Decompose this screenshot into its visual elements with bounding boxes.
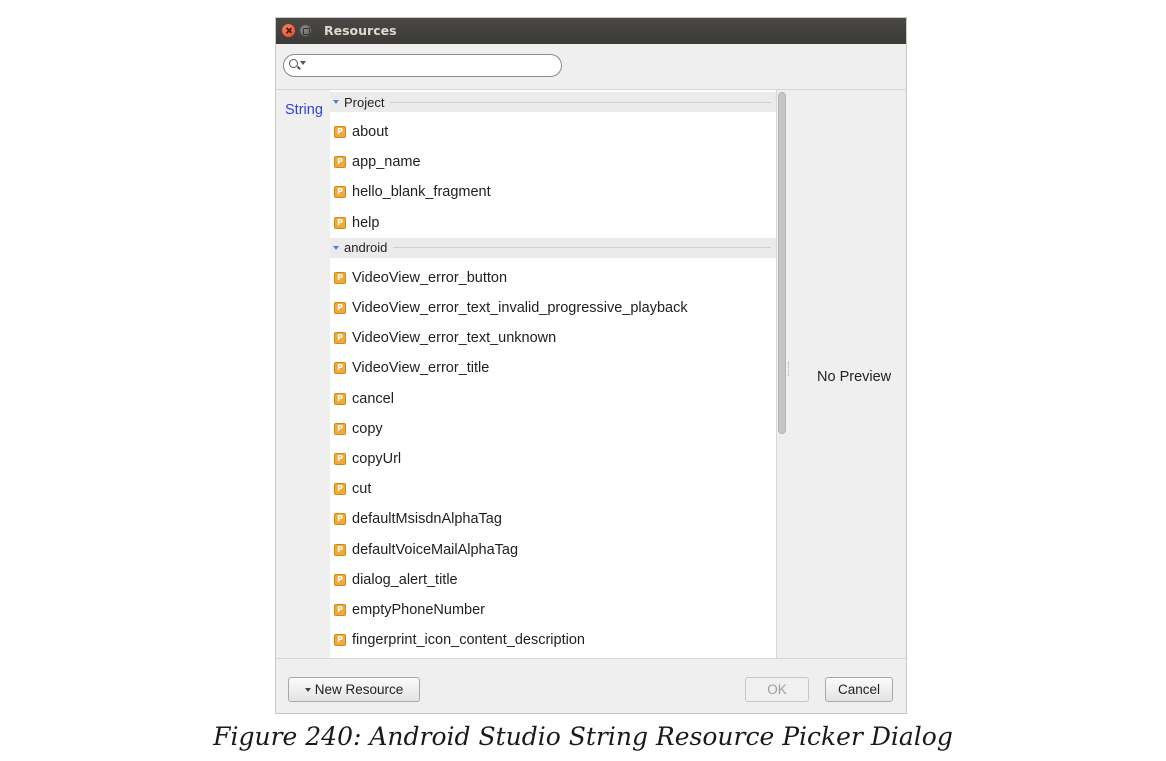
preview-splitter[interactable] xyxy=(787,90,791,658)
new-resource-label: New Resource xyxy=(314,682,404,697)
list-item[interactable]: P VideoView_error_button xyxy=(330,263,776,293)
string-resource-icon: P xyxy=(334,126,346,138)
list-item[interactable]: PdefaultMsisdnAlphaTag xyxy=(330,504,776,534)
resource-name: VideoView_error_text_invalid_progressive… xyxy=(352,300,688,316)
resource-name: fingerprint_icon_content_description xyxy=(352,632,585,649)
resources-dialog: Resources String Project Pabout Papp_name P… xyxy=(275,17,907,714)
resource-name: copy xyxy=(352,420,383,437)
group-header[interactable]: android xyxy=(330,237,776,258)
resource-name: defaultMsisdnAlphaTag xyxy=(352,511,502,528)
resource-name: app_name xyxy=(352,154,421,171)
string-resource-icon: P xyxy=(334,216,346,229)
list-item[interactable]: P VideoView_error_text_unknown xyxy=(330,323,776,353)
search-icon[interactable] xyxy=(289,59,298,68)
resource-name: copyUrl xyxy=(352,451,402,467)
string-resource-icon: P xyxy=(334,302,346,314)
resource-name: emptyPhoneNumber xyxy=(352,602,485,618)
string-resource-icon: P xyxy=(334,362,346,375)
splitter-grip-icon xyxy=(788,362,790,376)
search-field[interactable] xyxy=(283,54,562,77)
chevron-down-icon[interactable] xyxy=(333,245,339,250)
resource-name: hello_blank_fragment xyxy=(352,184,491,201)
string-resource-icon: P xyxy=(334,271,346,284)
divider xyxy=(276,658,906,659)
string-resource-icon: P xyxy=(334,543,346,556)
new-resource-button[interactable]: New Resource xyxy=(288,677,420,702)
minimize-window-icon[interactable] xyxy=(299,24,312,37)
figure-caption: Figure 240: Android Studio String Resour… xyxy=(213,722,953,751)
string-resource-icon: P xyxy=(334,453,346,465)
resource-name: defaultVoiceMailAlphaTag xyxy=(352,541,519,558)
group-divider xyxy=(390,101,771,103)
preview-text: No Preview xyxy=(817,369,892,385)
scrollbar-thumb[interactable] xyxy=(778,92,786,434)
search-input[interactable] xyxy=(310,57,550,74)
resource-name: VideoView_error_title xyxy=(352,360,490,377)
resource-type-string[interactable]: String xyxy=(285,102,323,118)
string-resource-icon: P xyxy=(334,513,346,526)
list-item[interactable]: PcopyUrl xyxy=(330,444,776,474)
string-resource-icon: P xyxy=(334,604,346,616)
cancel-button[interactable]: Cancel xyxy=(825,677,893,702)
resource-name: about xyxy=(352,124,389,140)
string-resource-icon: P xyxy=(334,634,346,647)
list-scrollbar[interactable] xyxy=(776,90,787,658)
list-item[interactable]: Pcut xyxy=(330,474,776,504)
window-title: Resources xyxy=(324,23,397,38)
list-item[interactable]: PemptyPhoneNumber xyxy=(330,595,776,625)
string-resource-icon: P xyxy=(334,186,346,199)
resource-name: VideoView_error_text_unknown xyxy=(352,330,557,347)
list-item[interactable]: P VideoView_error_title xyxy=(330,353,776,383)
string-resource-icon: P xyxy=(334,573,346,586)
ok-button[interactable]: OK xyxy=(745,677,809,702)
search-options-chevron-icon[interactable] xyxy=(300,61,306,65)
list-item[interactable]: Pabout xyxy=(330,117,776,147)
list-item[interactable]: PdefaultVoiceMailAlphaTag xyxy=(330,535,776,565)
string-resource-icon: P xyxy=(334,483,346,496)
resource-name: help xyxy=(352,214,380,231)
group-header[interactable]: Project xyxy=(330,92,776,112)
resource-name: cancel xyxy=(352,390,394,407)
group-label: Project xyxy=(344,94,385,110)
string-resource-icon: P xyxy=(334,392,346,405)
chevron-down-icon[interactable] xyxy=(333,100,339,104)
resource-name: cut xyxy=(352,481,372,498)
close-window-icon[interactable] xyxy=(282,24,295,37)
list-item[interactable]: Pfingerprint_icon_content_description xyxy=(330,625,776,655)
resource-name: dialog_alert_title xyxy=(352,571,458,588)
title-bar: Resources xyxy=(276,18,906,44)
group-divider xyxy=(393,247,771,249)
list-item[interactable]: Phelp xyxy=(330,208,776,238)
string-resource-icon: P xyxy=(334,156,346,169)
list-item[interactable]: Phello_blank_fragment xyxy=(330,177,776,207)
string-resource-icon: P xyxy=(334,332,346,345)
list-item[interactable]: P VideoView_error_text_invalid_progressiv… xyxy=(330,293,776,323)
resource-list[interactable]: Project Pabout Papp_name Phello_blank_fragm… xyxy=(330,90,776,658)
list-item[interactable]: Papp_name xyxy=(330,147,776,177)
list-item[interactable]: Pdialog_alert_title xyxy=(330,565,776,595)
resource-name: VideoView_error_button xyxy=(352,269,508,286)
list-item[interactable]: Pcancel xyxy=(330,384,776,414)
group-label: android xyxy=(344,240,388,256)
string-resource-icon: P xyxy=(334,422,346,435)
list-item[interactable]: Pcopy xyxy=(330,414,776,444)
chevron-down-icon xyxy=(304,687,311,692)
